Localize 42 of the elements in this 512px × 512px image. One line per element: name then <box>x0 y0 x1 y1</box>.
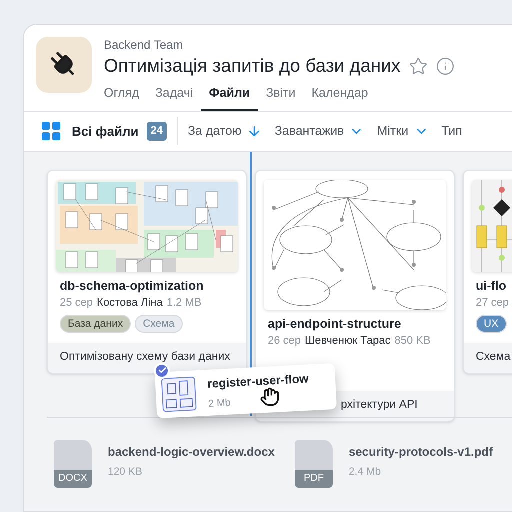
file-description: Оптимізовану схему бази даних <box>60 350 230 366</box>
file-size: 1.2 MB <box>166 296 202 311</box>
filter-button[interactable]: Завантажив <box>274 122 364 141</box>
arrow-down-icon <box>246 124 262 139</box>
team-name: Backend Team <box>104 37 184 53</box>
file-date: 27 сер <box>476 296 510 311</box>
project-title: Оптимізація запитів до бази даних <box>104 54 401 78</box>
file-description: рхітектури API <box>341 398 418 414</box>
file-name: ui-flo <box>476 278 508 294</box>
tag[interactable]: UX <box>476 314 507 333</box>
star-icon[interactable] <box>408 56 428 76</box>
file-count: 24 <box>146 122 167 140</box>
file-size: 850 KB <box>394 334 431 349</box>
file-size: 2.4 Mb <box>348 464 382 480</box>
tab[interactable]: Календар <box>304 83 376 111</box>
tab[interactable]: Огляд <box>96 83 148 111</box>
file-author: Шевченюк Тарас <box>305 334 391 349</box>
file-size: 2 Mb <box>208 396 232 412</box>
file-name: backend-logic-overview.docx <box>108 444 275 461</box>
file-card[interactable]: db-schema-optimization 25 сер Костова Ліна 1.2 MB База даних Схема Оптимізовану схему бази даних <box>47 170 247 374</box>
grid-icon <box>42 122 61 141</box>
filter-button[interactable]: Тип <box>442 122 462 141</box>
tag[interactable]: База даних <box>60 314 132 333</box>
file-type-label: PDF <box>294 470 333 488</box>
tab[interactable]: Звіти <box>258 83 304 111</box>
file-description: Схема <box>476 350 511 366</box>
filter-button[interactable]: Мітки <box>377 122 429 141</box>
file-type-label: DOCX <box>54 470 92 488</box>
file-name: api-endpoint-structure <box>268 316 402 332</box>
file-date: 25 сер <box>60 296 94 311</box>
file-date: 26 сер <box>268 334 302 349</box>
tab[interactable]: Файли <box>201 83 258 111</box>
file-card[interactable]: ui-flo 27 сер UX Схема <box>463 170 512 374</box>
file-size: 120 KB <box>108 464 144 480</box>
info-icon[interactable] <box>436 56 455 76</box>
all-files-label[interactable]: Всі файли <box>72 122 139 141</box>
filter-button[interactable]: За датою <box>188 122 262 141</box>
diagram-thumbnail-drawing <box>161 376 197 412</box>
file-name: db-schema-optimization <box>60 278 205 294</box>
file-name: security-protocols-v1.pdf <box>348 444 493 461</box>
file-author: Костова Ліна <box>97 296 163 311</box>
tab[interactable]: Задачі <box>147 83 202 111</box>
